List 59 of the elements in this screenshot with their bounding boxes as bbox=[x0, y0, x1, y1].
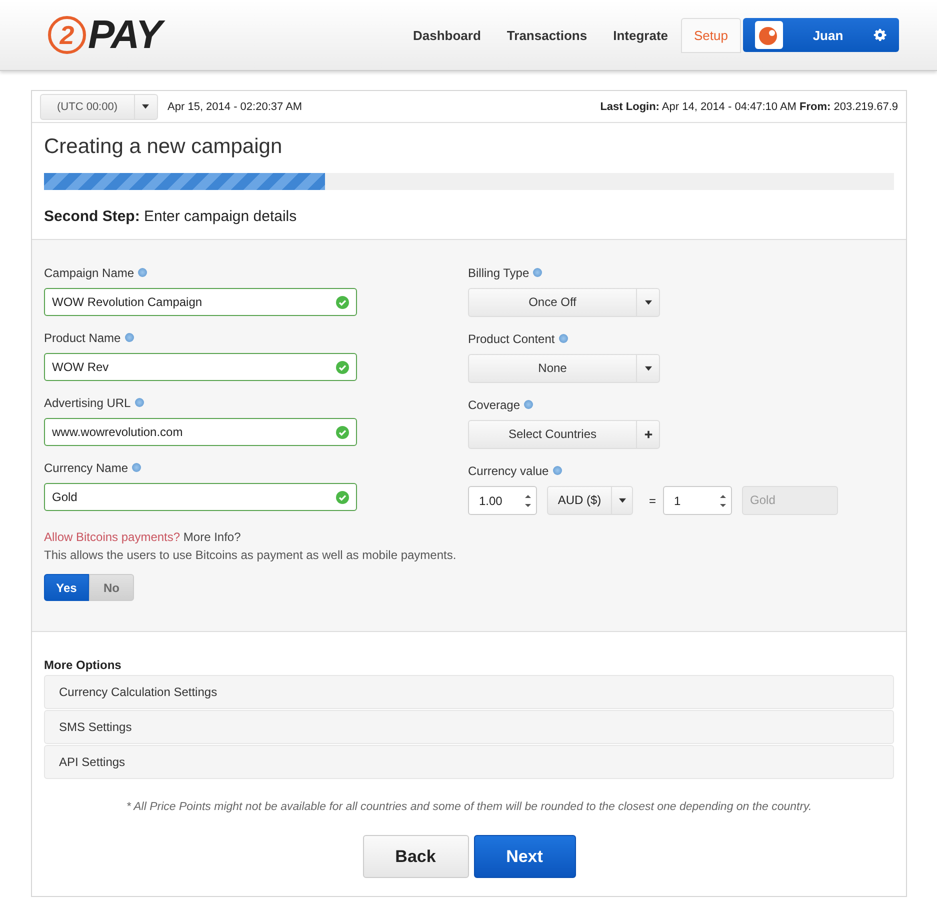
text-field[interactable]: WOW Revolution Campaign bbox=[44, 288, 357, 316]
help-icon[interactable] bbox=[533, 268, 542, 277]
help-icon[interactable] bbox=[552, 466, 562, 475]
more-info-link[interactable]: More Info? bbox=[183, 530, 241, 544]
spinner-icon bbox=[525, 494, 531, 508]
help-icon[interactable] bbox=[138, 268, 148, 277]
number-field[interactable]: 1.00 bbox=[468, 486, 537, 515]
field-label: Currency value bbox=[468, 464, 549, 478]
caret-icon bbox=[142, 104, 150, 109]
field-label: Coverage bbox=[468, 398, 520, 412]
back-button[interactable]: Back bbox=[362, 835, 468, 878]
help-icon[interactable] bbox=[124, 333, 134, 342]
footnote: * All Price Points might not be available for all countries and some of them will be rounded to the closest one depending on the country. bbox=[125, 801, 813, 813]
select-button[interactable]: Select Countries bbox=[468, 420, 660, 449]
text-field[interactable]: Gold bbox=[44, 483, 357, 511]
select-button[interactable]: None bbox=[468, 354, 660, 383]
text-field[interactable]: WOW Rev bbox=[44, 353, 357, 381]
field-label: Advertising URL bbox=[44, 396, 131, 410]
nav-tab[interactable]: Integrate bbox=[600, 18, 682, 52]
page-title: Creating a new campaign bbox=[44, 135, 284, 159]
nav-tab[interactable]: Transactions bbox=[494, 18, 600, 52]
logo-mark: 2 bbox=[48, 16, 86, 54]
nav-tab[interactable]: Dashboard bbox=[400, 18, 494, 52]
field-label: Campaign Name bbox=[44, 266, 134, 280]
accordion-item[interactable]: SMS Settings bbox=[44, 710, 894, 744]
step-heading: Second Step: Enter campaign details bbox=[44, 208, 298, 225]
field-label: Billing Type bbox=[468, 266, 530, 280]
timezone-dropdown[interactable]: (UTC 00:00) bbox=[40, 94, 158, 120]
help-icon[interactable] bbox=[558, 334, 568, 343]
last-login-text: Last Login: Apr 14, 2014 - 04:47:10 AM From: 203.219.67.9 bbox=[600, 100, 898, 112]
caret-icon bbox=[644, 366, 652, 371]
equals-sign: = bbox=[649, 494, 656, 508]
toggle-option[interactable]: Yes bbox=[44, 574, 89, 601]
settings-icon bbox=[873, 28, 887, 42]
select-button[interactable]: Once Off bbox=[468, 288, 660, 317]
caret-icon bbox=[644, 300, 652, 305]
next-button[interactable]: Next bbox=[474, 835, 576, 878]
description-text: This allows the users to use Bitcoins as payment as well as mobile payments. bbox=[44, 548, 458, 562]
accordion-item[interactable]: API Settings bbox=[44, 745, 894, 779]
bitcoin-question-link[interactable]: Allow Bitcoins payments? bbox=[44, 530, 180, 544]
field-label: Product Content bbox=[468, 332, 555, 346]
help-icon[interactable] bbox=[134, 398, 144, 407]
plus-icon bbox=[644, 430, 652, 439]
field-label: Currency Name bbox=[44, 460, 128, 474]
accordion-item[interactable]: Currency Calculation Settings bbox=[44, 675, 894, 709]
user-menu[interactable]: Juan bbox=[743, 18, 899, 52]
text-field[interactable]: www.wowrevolution.com bbox=[44, 418, 357, 446]
help-icon[interactable] bbox=[132, 463, 142, 472]
currency-dropdown[interactable]: AUD ($) bbox=[547, 486, 633, 515]
caret-icon bbox=[618, 498, 626, 503]
field-label: Product Name bbox=[44, 330, 121, 344]
disabled-field: Gold bbox=[742, 486, 838, 515]
toggle-option[interactable]: No bbox=[89, 574, 134, 601]
section-title: More Options bbox=[44, 658, 122, 672]
avatar-icon bbox=[755, 21, 783, 49]
number-field[interactable]: 1 bbox=[663, 486, 732, 515]
spinner-icon bbox=[720, 494, 726, 508]
help-icon[interactable] bbox=[524, 400, 534, 409]
current-time: Apr 15, 2014 - 02:20:37 AM bbox=[168, 100, 302, 112]
